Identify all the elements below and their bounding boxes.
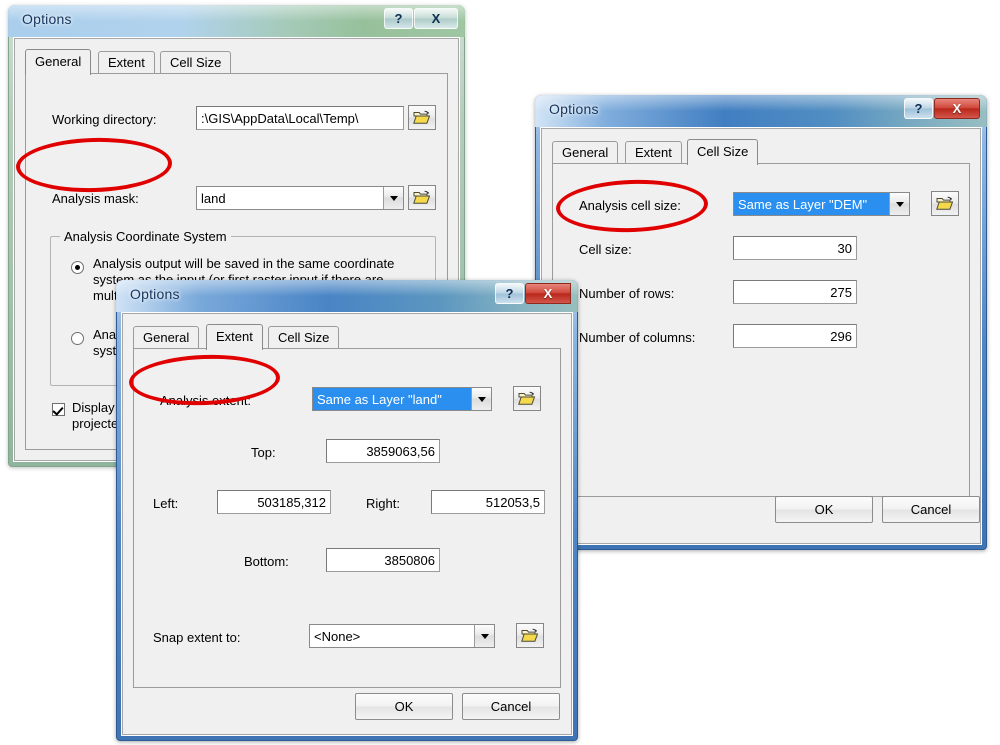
tabpage-cell-size: Analysis cell size: Same as Layer "DEM" … — [552, 163, 970, 497]
tab-extent[interactable]: Extent — [625, 141, 682, 164]
top-label: Top: — [251, 445, 276, 460]
cancel-button[interactable]: Cancel — [462, 693, 560, 720]
tab-cell-size[interactable]: Cell Size — [268, 326, 340, 349]
bottom-label: Bottom: — [244, 554, 289, 569]
cell-size-label: Cell size: — [579, 242, 632, 257]
analysis-mask-value: land — [201, 191, 226, 206]
close-button[interactable]: X — [525, 283, 571, 304]
dialog-client-area: General Extent Cell Size Analysis cell s… — [540, 127, 982, 545]
chevron-down-icon[interactable] — [474, 625, 494, 647]
tab-general[interactable]: General — [552, 141, 619, 164]
display-projected-label-line1: Display — [72, 400, 115, 415]
dialog-client-inner: General Extent Cell Size Analysis extent… — [122, 313, 572, 735]
tab-cell-size[interactable]: Cell Size — [687, 139, 759, 165]
number-of-rows-label: Number of rows: — [579, 286, 675, 301]
analysis-extent-browse-button[interactable] — [513, 386, 541, 411]
tabstrip-extent: General Extent Cell Size — [133, 324, 561, 350]
caption-buttons: ? X — [903, 98, 980, 119]
chevron-down-icon[interactable] — [471, 388, 491, 410]
snap-extent-combo[interactable]: <None> — [309, 624, 495, 648]
chevron-down-icon[interactable] — [889, 193, 909, 215]
window-title: Options — [130, 286, 180, 302]
tab-extent[interactable]: Extent — [206, 324, 263, 350]
left-label: Left: — [153, 496, 179, 511]
tabstrip-cell-size: General Extent Cell Size — [552, 139, 970, 165]
analysis-cell-size-value: Same as Layer "DEM" — [734, 193, 890, 215]
caption-buttons: ? X — [383, 8, 458, 29]
tab-general[interactable]: General — [133, 326, 200, 349]
open-folder-icon — [521, 628, 539, 642]
analysis-coordinate-system-title: Analysis Coordinate System — [60, 229, 231, 244]
left-input[interactable]: 503185,312 — [217, 490, 331, 514]
analysis-mask-combo[interactable]: land — [196, 186, 404, 210]
titlebar-cell-size[interactable]: Options ? X — [535, 95, 987, 127]
ok-button[interactable]: OK — [775, 496, 873, 523]
analysis-cell-size-browse-button[interactable] — [931, 191, 959, 216]
snap-extent-label: Snap extent to: — [153, 630, 241, 645]
open-folder-icon — [413, 110, 431, 124]
top-input[interactable]: 3859063,56 — [326, 439, 440, 463]
working-directory-label: Working directory: — [52, 112, 157, 127]
caption-buttons: ? X — [494, 283, 571, 304]
working-directory-input[interactable]: :\GIS\AppData\Local\Temp\ — [196, 106, 404, 130]
tabpage-extent: Analysis extent: Same as Layer "land" To… — [133, 348, 561, 688]
display-projected-checkbox[interactable] — [52, 403, 65, 416]
window-title: Options — [22, 11, 72, 27]
number-of-columns-input[interactable]: 296 — [733, 324, 857, 348]
snap-extent-value: <None> — [314, 629, 361, 644]
options-dialog-cell-size[interactable]: Options ? X General Extent Cell Size Ana… — [535, 95, 987, 550]
close-button[interactable]: X — [934, 98, 980, 119]
tab-cell-size[interactable]: Cell Size — [160, 51, 232, 74]
analysis-extent-value: Same as Layer "land" — [313, 388, 472, 410]
coordinate-radio-input[interactable] — [71, 261, 84, 274]
options-dialog-extent[interactable]: Options ? X General Extent Cell Size Ana… — [116, 280, 578, 741]
tab-general[interactable]: General — [25, 49, 92, 75]
close-button[interactable]: X — [414, 8, 458, 29]
titlebar-extent[interactable]: Options ? X — [116, 280, 578, 312]
right-label: Right: — [366, 496, 400, 511]
analysis-extent-combo[interactable]: Same as Layer "land" — [312, 387, 492, 411]
analysis-cell-size-combo[interactable]: Same as Layer "DEM" — [733, 192, 910, 216]
analysis-mask-label: Analysis mask: — [52, 191, 139, 206]
open-folder-icon — [413, 190, 431, 204]
open-folder-icon — [518, 391, 536, 405]
snap-extent-browse-button[interactable] — [516, 623, 544, 648]
open-folder-icon — [936, 196, 954, 210]
chevron-down-icon[interactable] — [383, 187, 403, 209]
tab-extent[interactable]: Extent — [98, 51, 155, 74]
analysis-cell-size-label: Analysis cell size: — [579, 198, 681, 213]
coordinate-radio-custom[interactable] — [71, 332, 84, 345]
cancel-button[interactable]: Cancel — [882, 496, 980, 523]
window-title: Options — [549, 101, 599, 117]
bottom-input[interactable]: 3850806 — [326, 548, 440, 572]
dialog-client-inner: General Extent Cell Size Analysis cell s… — [541, 128, 981, 544]
dialog-client-area: General Extent Cell Size Analysis extent… — [121, 312, 573, 736]
working-directory-browse-button[interactable] — [408, 105, 436, 130]
help-button[interactable]: ? — [384, 8, 413, 29]
cell-size-input[interactable]: 30 — [733, 236, 857, 260]
right-input[interactable]: 512053,5 — [431, 490, 545, 514]
ok-button[interactable]: OK — [355, 693, 453, 720]
number-of-columns-label: Number of columns: — [579, 330, 696, 345]
titlebar-general[interactable]: Options ? X — [8, 5, 465, 37]
help-button[interactable]: ? — [495, 283, 524, 304]
display-projected-label-line2: projecte — [72, 416, 119, 431]
analysis-mask-browse-button[interactable] — [408, 185, 436, 210]
analysis-extent-label: Analysis extent: — [160, 393, 252, 408]
number-of-rows-input[interactable]: 275 — [733, 280, 857, 304]
help-button[interactable]: ? — [904, 98, 933, 119]
tabstrip-general: General Extent Cell Size — [25, 49, 448, 75]
